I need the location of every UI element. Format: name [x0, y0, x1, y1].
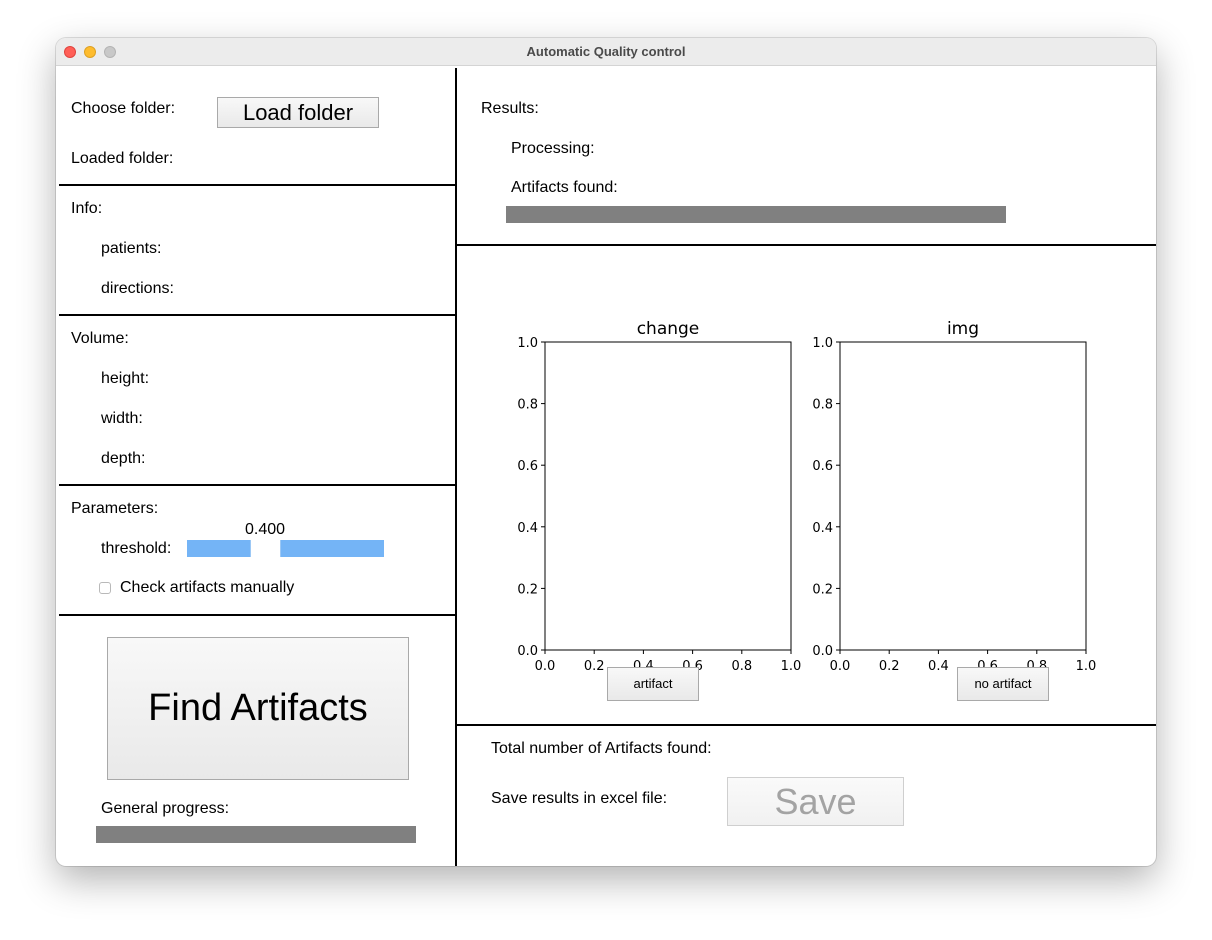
chart-2-y-tick-label: 0.6	[812, 459, 833, 474]
load-folder-button[interactable]: Load folder	[217, 97, 379, 128]
chart-2-x-tick-label: 1.0	[1076, 659, 1097, 674]
parameters-header: Parameters:	[71, 500, 159, 517]
title-bar[interactable]: Automatic Quality control	[56, 38, 1156, 66]
chart-1-y-tick-label: 0.8	[517, 398, 538, 413]
chart-2-x-tick-label: 0.2	[879, 659, 900, 674]
check-manually-label[interactable]: Check artifacts manually	[120, 578, 294, 598]
chart-1-x-tick-label: 0.0	[535, 659, 556, 674]
chart-1-title: change	[637, 319, 700, 339]
artifacts-progress-bar	[506, 206, 1006, 223]
chart-2-x-tick-label: 0.4	[928, 659, 949, 674]
chart-1-axes-frame	[544, 341, 792, 651]
chart-2-y-tick-label: 0.8	[812, 398, 833, 413]
left-divider-2	[59, 314, 455, 316]
threshold-label: threshold:	[101, 540, 172, 557]
processing-label: Processing:	[511, 140, 595, 157]
artifact-button[interactable]: artifact	[607, 667, 699, 701]
general-progress-label: General progress:	[101, 800, 230, 817]
results-header: Results:	[481, 100, 539, 117]
chart-1-y-tick-label: 0.6	[517, 459, 538, 474]
save-results-label: Save results in excel file:	[491, 790, 668, 807]
chart-1-y-tick-label: 1.0	[517, 336, 538, 351]
chart-1-x-tick-label: 0.2	[584, 659, 605, 674]
chart-2-y-tick-label: 0.2	[812, 582, 833, 597]
chart-2-axes-frame	[839, 341, 1087, 651]
check-manually-checkbox[interactable]	[99, 582, 111, 594]
chart-2-x-tick-label: 0.0	[830, 659, 851, 674]
chart-1-y-tick-label: 0.0	[517, 644, 538, 659]
plots-canvas: change 0.0 0.2 0.4 0.6 0.8 1.0 0.0 0.2 0.4 0.6 0.8 1…	[517, 319, 1097, 674]
chart-1-y-tick-label: 0.2	[517, 582, 538, 597]
find-artifacts-button[interactable]: Find Artifacts	[107, 637, 409, 780]
info-header: Info:	[71, 200, 103, 217]
app-window: Automatic Quality control Choose folder:…	[56, 38, 1156, 866]
total-artifacts-label: Total number of Artifacts found:	[491, 740, 712, 757]
threshold-slider[interactable]	[187, 540, 384, 557]
chart-1-y-tick-label: 0.4	[517, 521, 538, 536]
left-divider-4	[59, 614, 455, 616]
width-label: width:	[101, 410, 143, 427]
right-divider-2	[457, 724, 1156, 726]
left-divider-3	[59, 484, 455, 486]
depth-label: depth:	[101, 450, 146, 467]
no-artifact-button[interactable]: no artifact	[957, 667, 1049, 701]
left-divider-1	[59, 184, 455, 186]
save-button[interactable]: Save	[727, 777, 904, 826]
choose-folder-label: Choose folder:	[71, 100, 176, 117]
patients-label: patients:	[101, 240, 162, 257]
artifacts-progress-fill	[506, 206, 1006, 223]
threshold-value: 0.400	[245, 521, 286, 538]
height-label: height:	[101, 370, 150, 387]
chart-2-y-tick-label: 1.0	[812, 336, 833, 351]
general-progress-fill	[96, 826, 416, 843]
loaded-folder-label: Loaded folder:	[71, 150, 174, 167]
chart-1-x-tick-label: 0.8	[731, 659, 752, 674]
chart-2-y-tick-label: 0.0	[812, 644, 833, 659]
directions-label: directions:	[101, 280, 174, 297]
general-progress-bar	[96, 826, 416, 843]
window-title: Automatic Quality control	[526, 44, 686, 59]
chart-2-y-tick-label: 0.4	[812, 521, 833, 536]
artifacts-found-label: Artifacts found:	[511, 179, 618, 196]
chart-2-title: img	[947, 319, 979, 339]
threshold-slider-handle[interactable]	[250, 540, 282, 557]
volume-header: Volume:	[71, 330, 129, 347]
chart-1-x-tick-label: 1.0	[781, 659, 802, 674]
